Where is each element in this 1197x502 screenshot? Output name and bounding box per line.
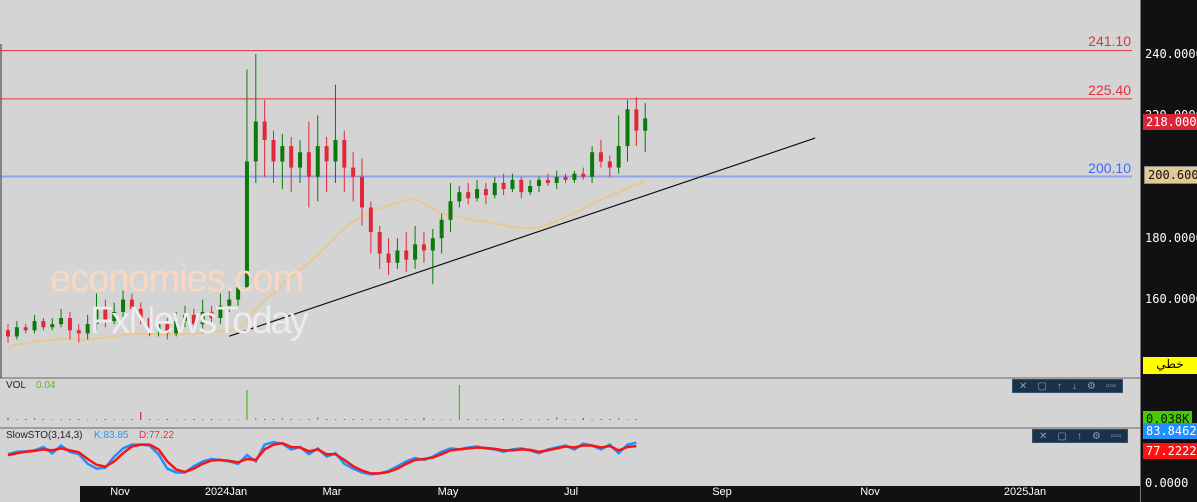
candle-body — [563, 176, 568, 180]
maximize-icon[interactable]: ▢ — [1037, 381, 1046, 392]
sto-d-label: D:77.22 — [139, 430, 175, 441]
arrow-up-icon[interactable]: ↑ — [1057, 381, 1062, 392]
candle-body — [581, 173, 586, 177]
candle-body — [395, 250, 400, 263]
watermark-fxnewstoday: FxNewsToday — [90, 300, 309, 342]
x-tick: Sep — [712, 486, 732, 498]
candle-body — [14, 327, 19, 337]
candle-body — [59, 318, 64, 325]
candle-body — [528, 186, 533, 193]
candle-body — [315, 146, 320, 177]
level-label-225: 225.40 — [1088, 82, 1131, 98]
candle-body — [368, 207, 373, 233]
sto-toolbar: ✕ ▢ ↑ ⚙ ▫▫▫ — [1032, 429, 1129, 443]
candle-body — [590, 152, 595, 177]
maximize-icon[interactable]: ▢ — [1057, 431, 1066, 442]
candle-body — [643, 118, 648, 131]
more-icon[interactable]: ▫▫▫ — [1106, 381, 1117, 392]
candle-body — [554, 176, 559, 183]
candle-body — [50, 324, 55, 328]
candle-body — [634, 109, 639, 131]
candle-body — [360, 176, 364, 208]
candle-body — [253, 121, 258, 162]
candle-body — [298, 152, 303, 168]
sto-k-tag: 83.8462 — [1143, 423, 1197, 439]
more-icon[interactable]: ▫▫▫ — [1111, 431, 1122, 442]
candle-body — [23, 327, 28, 331]
level-label-241: 241.10 — [1088, 33, 1131, 49]
candle-body — [413, 244, 418, 260]
candle-body — [6, 330, 10, 337]
candle-body — [537, 179, 541, 187]
arrow-up-icon[interactable]: ↑ — [1077, 431, 1082, 442]
candle-body — [430, 238, 435, 251]
ma-value-tag: 200.6000 — [1144, 166, 1197, 184]
close-icon[interactable]: ✕ — [1039, 431, 1047, 442]
x-tick: 2025Jan — [1003, 486, 1047, 498]
x-tick: Nov — [110, 486, 130, 498]
candle-body — [607, 161, 612, 168]
candle-body — [280, 146, 285, 162]
x-tick: May — [437, 486, 459, 498]
x-tick: Nov — [860, 486, 880, 498]
candle-body — [41, 321, 46, 328]
candle-body — [342, 139, 347, 168]
arrow-down-icon[interactable]: ↓ — [1072, 381, 1077, 392]
candle-body — [519, 179, 524, 193]
candle-body — [439, 219, 444, 239]
candle-body — [598, 152, 603, 162]
volume-title: VOL — [6, 380, 27, 391]
candle-body — [625, 109, 630, 147]
volume-value: 0.04 — [36, 380, 56, 391]
last-price-tag: 218.0000 — [1143, 114, 1197, 130]
watermark-economies: economies.com — [50, 258, 304, 300]
candle-body — [262, 121, 267, 140]
candle-body — [351, 167, 356, 177]
candle-body — [386, 253, 391, 263]
candle-body — [76, 330, 81, 334]
candle-body — [32, 321, 37, 331]
y-tick: 240.0000 — [1145, 47, 1197, 61]
candle-body — [289, 146, 294, 168]
x-tick: 2024Jan — [204, 486, 248, 498]
candle-body — [492, 182, 497, 196]
level-label-200: 200.10 — [1088, 160, 1131, 176]
candle-body — [466, 192, 471, 199]
candle-body — [475, 189, 480, 199]
y-tick: 160.0000 — [1145, 292, 1197, 306]
candle-body — [377, 232, 382, 254]
stochastic-k-line — [7, 440, 637, 476]
price-chart[interactable] — [0, 0, 1140, 502]
candle-body — [510, 179, 515, 190]
y-tick: 180.0000 — [1145, 231, 1197, 245]
x-tick: Jul — [563, 486, 579, 498]
candle-body — [616, 146, 621, 168]
candle-body — [333, 139, 338, 162]
candle-body — [572, 173, 577, 180]
candle-body — [501, 182, 506, 190]
gear-icon[interactable]: ⚙ — [1092, 431, 1101, 442]
gear-icon[interactable]: ⚙ — [1087, 381, 1096, 392]
candle-body — [483, 189, 488, 196]
sto-title: SlowSTO(3,14,3) — [6, 430, 83, 441]
candle-body — [457, 192, 462, 202]
sto-d-tag: 77.2222 — [1143, 443, 1197, 459]
candle-body — [271, 139, 276, 162]
candle-body — [67, 318, 72, 331]
candle-body — [545, 179, 550, 183]
volume-toolbar: ✕ ▢ ↑ ↓ ⚙ ▫▫▫ — [1012, 379, 1124, 393]
candle-body — [448, 201, 453, 220]
candle-body — [421, 244, 426, 251]
chart-type-button[interactable]: خطي — [1143, 357, 1197, 374]
sto-zero-tick: 0.0000 — [1145, 476, 1189, 490]
close-icon[interactable]: ✕ — [1019, 381, 1027, 392]
candle-body — [324, 146, 329, 162]
x-tick: Mar — [322, 486, 342, 498]
candle-body — [404, 250, 409, 260]
candle-body — [306, 152, 311, 177]
sto-k-label: K:83.85 — [94, 430, 129, 441]
